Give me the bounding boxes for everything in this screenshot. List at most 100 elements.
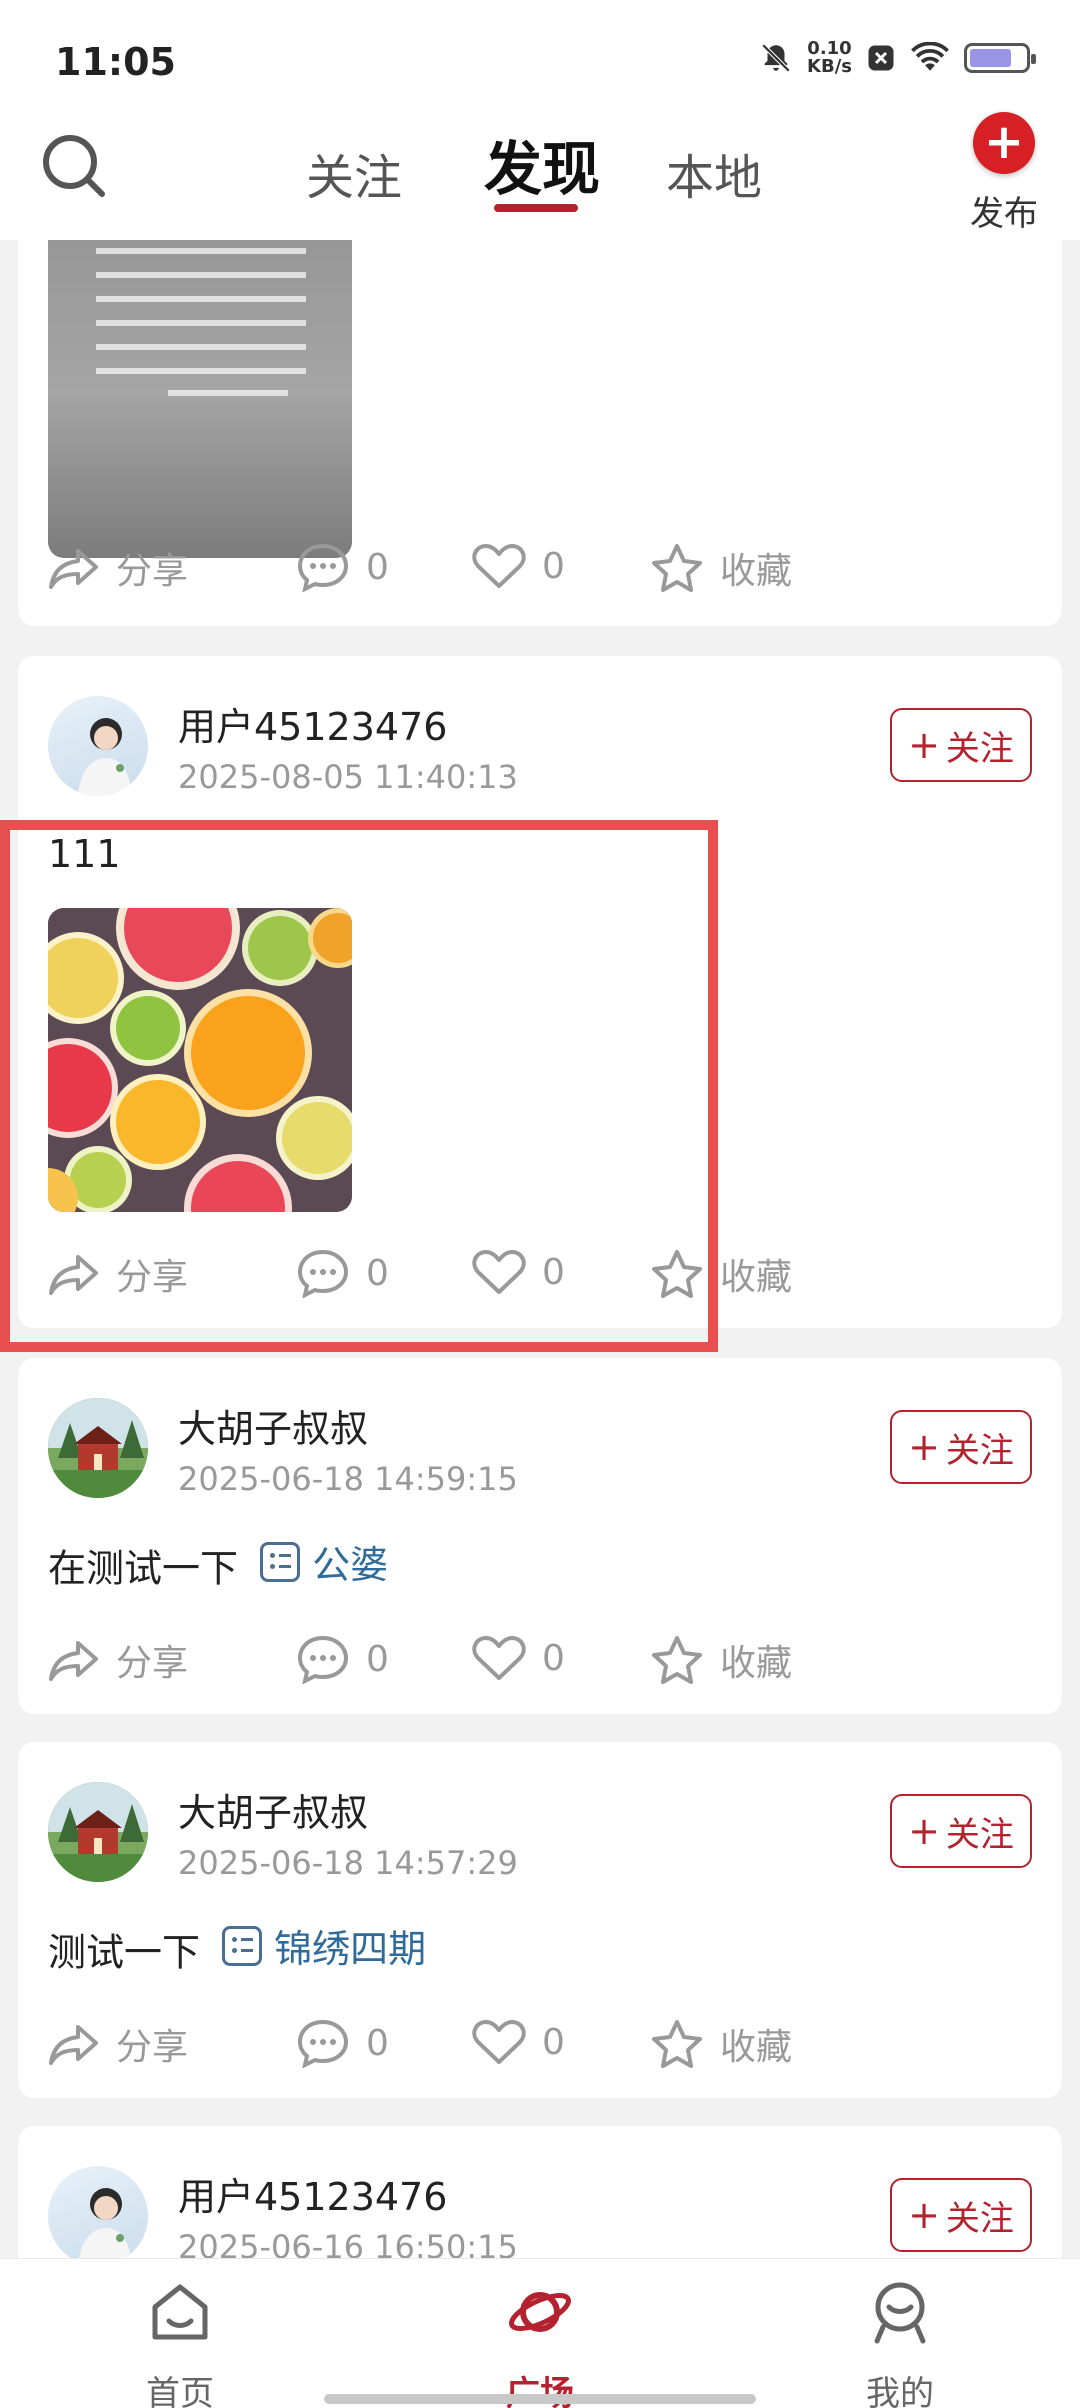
favorite-label: 收藏: [720, 551, 793, 592]
post-card[interactable]: 用户45123476 2025-08-05 11:40:13 + 关注 111 分…: [18, 656, 1062, 1328]
status-time: 11:05: [55, 40, 176, 84]
share-button[interactable]: 分享: [48, 1248, 188, 1300]
post-actions: 分享 0 0 收藏: [48, 1634, 1028, 1694]
username[interactable]: 大胡子叔叔: [178, 1782, 368, 1837]
share-button[interactable]: 分享: [48, 1634, 188, 1686]
plus-icon: +: [908, 2193, 940, 2237]
post-date: 2025-06-18 14:57:29: [178, 1844, 518, 1882]
star-icon: [652, 1636, 702, 1684]
avatar[interactable]: [48, 1782, 148, 1882]
battery-icon: [964, 43, 1036, 73]
comment-button[interactable]: 0: [296, 542, 389, 592]
favorite-label: 收藏: [720, 1643, 793, 1684]
follow-button[interactable]: + 关注: [890, 1794, 1032, 1868]
star-icon: [652, 1250, 702, 1298]
topic-tag[interactable]: 锦绣四期: [222, 1918, 426, 1973]
active-tab-indicator: [494, 204, 578, 212]
avatar[interactable]: [48, 1398, 148, 1498]
nav-mine[interactable]: 我的: [820, 2277, 980, 2408]
home-icon: [152, 2284, 208, 2340]
nav-square[interactable]: 广场: [460, 2277, 620, 2408]
share-button[interactable]: 分享: [48, 542, 188, 594]
plus-icon: +: [908, 723, 940, 767]
post-text: 测试一下: [48, 1930, 201, 1975]
follow-button[interactable]: + 关注: [890, 1410, 1032, 1484]
list-icon: [260, 1541, 301, 1582]
topic-label: 锦绣四期: [274, 1927, 427, 1971]
heart-icon: [472, 1636, 526, 1680]
feed-tabs: 关注 发现 本地: [0, 100, 1080, 240]
net-speed: 0.10 KB/s: [807, 38, 852, 77]
avatar[interactable]: [48, 2166, 148, 2266]
post-content: 在测试一下 公婆: [48, 1534, 388, 1593]
comment-count: 0: [366, 546, 389, 588]
share-button[interactable]: 分享: [48, 2018, 188, 2070]
like-button[interactable]: 0: [472, 2018, 565, 2066]
like-button[interactable]: 0: [472, 1248, 565, 1296]
star-icon: [652, 544, 702, 592]
nav-home-label: 首页: [146, 2374, 214, 2408]
heart-icon: [472, 1250, 526, 1294]
publish-button[interactable]: + 发布: [964, 112, 1044, 235]
share-label: 分享: [116, 1257, 189, 1298]
tab-follow[interactable]: 关注: [306, 138, 402, 208]
share-label: 分享: [116, 1643, 189, 1684]
favorite-button[interactable]: 收藏: [650, 1248, 792, 1300]
tab-discover[interactable]: 发现: [484, 122, 600, 206]
nav-home[interactable]: 首页: [100, 2277, 260, 2408]
comment-count: 0: [366, 1252, 389, 1294]
like-count: 0: [542, 2021, 565, 2063]
home-indicator[interactable]: [324, 2394, 756, 2404]
comment-button[interactable]: 0: [296, 2018, 389, 2068]
like-button[interactable]: 0: [472, 542, 565, 590]
like-button[interactable]: 0: [472, 1634, 565, 1682]
like-count: 0: [542, 1251, 565, 1293]
like-count: 0: [542, 1637, 565, 1679]
favorite-button[interactable]: 收藏: [650, 2018, 792, 2070]
profile-icon: [874, 2282, 926, 2344]
favorite-button[interactable]: 收藏: [650, 542, 792, 594]
post-date: 2025-06-18 14:59:15: [178, 1460, 518, 1498]
post-card[interactable]: 大胡子叔叔 2025-06-18 14:59:15 + 关注 在测试一下 公婆 分…: [18, 1358, 1062, 1714]
follow-button[interactable]: + 关注: [890, 2178, 1032, 2252]
favorite-label: 收藏: [720, 2027, 793, 2068]
like-count: 0: [542, 545, 565, 587]
favorite-button[interactable]: 收藏: [650, 1634, 792, 1686]
top-header: 关注 发现 本地 + 发布: [0, 100, 1080, 240]
share-label: 分享: [116, 551, 189, 592]
username[interactable]: 用户45123476: [178, 2166, 447, 2221]
share-icon: [49, 549, 98, 589]
favorite-label: 收藏: [720, 1257, 793, 1298]
follow-button[interactable]: + 关注: [890, 708, 1032, 782]
list-icon: [222, 1925, 263, 1966]
plus-icon: +: [908, 1809, 940, 1853]
nav-mine-label: 我的: [866, 2374, 934, 2408]
username[interactable]: 大胡子叔叔: [178, 1398, 368, 1453]
heart-icon: [472, 544, 526, 588]
bottom-navigation: 首页 广场 我的: [0, 2258, 1080, 2408]
comment-icon: [297, 543, 349, 592]
post-text: 111: [48, 832, 121, 876]
tab-local[interactable]: 本地: [666, 138, 762, 208]
post-text: 在测试一下: [48, 1546, 239, 1591]
share-label: 分享: [116, 2027, 189, 2068]
post-actions: 分享 0 0 收藏: [48, 542, 1028, 602]
post-image[interactable]: [48, 908, 352, 1212]
share-icon: [49, 2025, 98, 2065]
username[interactable]: 用户45123476: [178, 696, 447, 751]
post-card[interactable]: 大胡子叔叔 2025-06-18 14:57:29 + 关注 测试一下 锦绣四期 …: [18, 1742, 1062, 2098]
topic-tag[interactable]: 公婆: [260, 1534, 388, 1589]
comment-count: 0: [366, 2022, 389, 2064]
plus-icon: +: [908, 1425, 940, 1469]
post-date: 2025-08-05 11:40:13: [178, 758, 518, 796]
heart-icon: [472, 2020, 526, 2064]
share-icon: [49, 1641, 98, 1681]
comment-button[interactable]: 0: [296, 1248, 389, 1298]
status-icons: 0.10 KB/s: [759, 38, 1036, 77]
post-content: 测试一下 锦绣四期: [48, 1918, 426, 1977]
comment-button[interactable]: 0: [296, 1634, 389, 1684]
avatar[interactable]: [48, 696, 148, 796]
publish-label: 发布: [970, 194, 1038, 234]
plus-icon: +: [973, 112, 1035, 174]
notification-x-icon: [866, 43, 896, 73]
